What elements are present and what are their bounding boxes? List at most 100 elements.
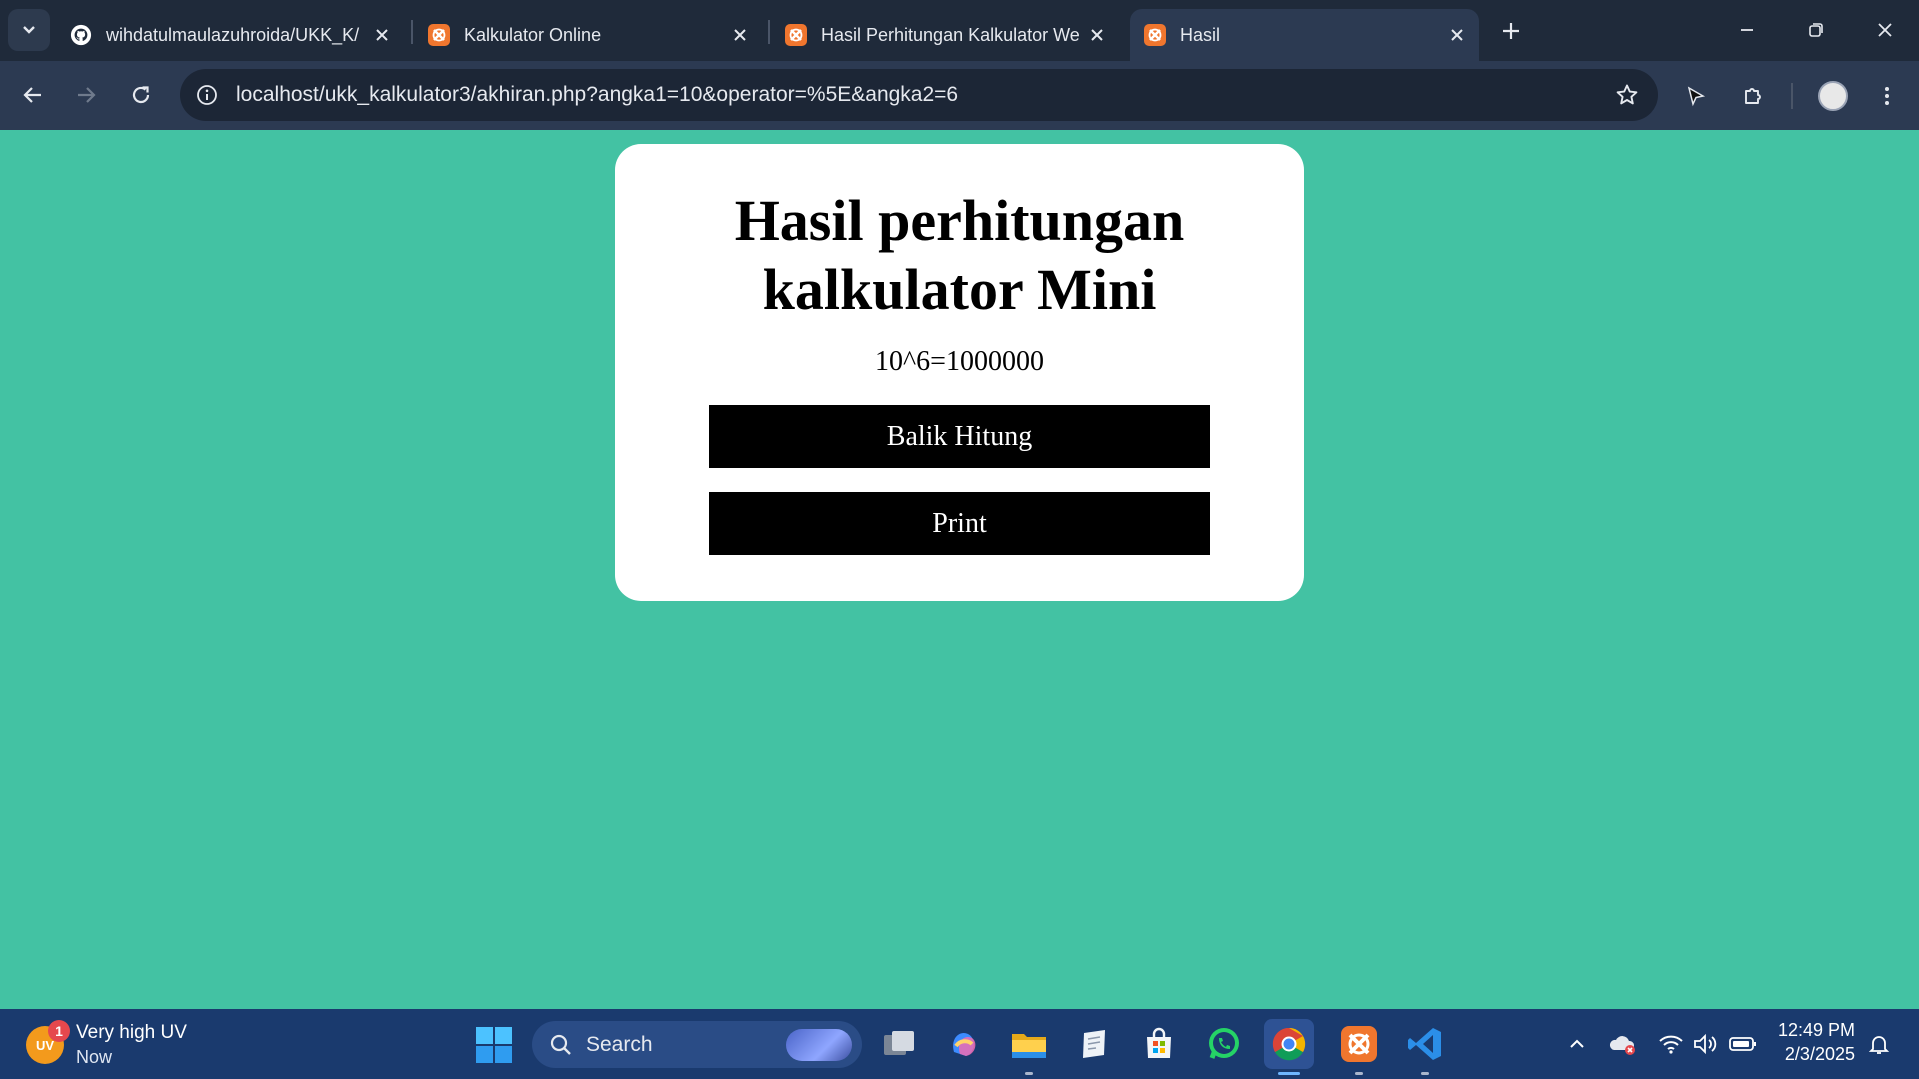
store-icon [1147,1027,1171,1058]
vscode-icon [1408,1028,1441,1060]
xampp-app[interactable] [1334,1019,1384,1075]
new-tab-button[interactable] [1494,14,1528,48]
arrow-right-icon [78,87,96,103]
chevron-up-icon [1570,1039,1584,1048]
puzzle-icon [1745,88,1761,104]
address-bar[interactable]: localhost/ukk_kalkulator3/akhiran.php?an… [180,69,1658,121]
windows-logo-icon [476,1027,512,1063]
notification-badge: 1 [48,1020,70,1042]
notification-center-button[interactable] [1864,1029,1894,1059]
tab-hasil[interactable]: Hasil [1130,9,1479,61]
close-window-button[interactable] [1855,8,1915,52]
profile-avatar[interactable] [1818,81,1848,111]
extensions-button[interactable] [1733,76,1773,116]
show-hidden-icons-button[interactable] [1562,1029,1592,1059]
restore-button[interactable] [1786,8,1846,52]
search-placeholder: Search [586,1032,653,1056]
tab-hasil-perhitungan[interactable]: Hasil Perhitungan Kalkulator We [771,9,1119,61]
reload-icon [132,86,150,104]
cursor-icon [1687,86,1706,107]
print-button[interactable]: Print [709,492,1210,555]
xampp-icon [785,24,807,46]
tab-separator [411,20,413,44]
plus-icon [1503,23,1519,39]
xampp-icon [1144,24,1166,46]
result-card: Hasil perhitungan kalkulator Mini 10^6=1… [615,144,1304,601]
taskbar: UV 1 Very high UV Now Search 12:49 PM 2/… [0,1009,1919,1079]
copilot-icon [953,1032,976,1056]
page-title-line2: kalkulator Mini [762,257,1157,322]
vscode-app[interactable] [1400,1019,1450,1075]
xampp-icon [428,24,450,46]
task-view-icon [884,1031,914,1055]
close-tab-icon[interactable] [368,21,396,49]
bell-icon [1868,1036,1890,1054]
task-view-button[interactable] [874,1019,924,1069]
media-control-button[interactable] [1676,76,1716,116]
tab-title: Hasil Perhitungan Kalkulator We [821,24,1080,45]
whatsapp-icon [1209,1028,1239,1059]
site-info-icon[interactable] [192,80,222,110]
uv-icon-text: UV [35,1037,55,1053]
chevron-down-icon [23,26,35,34]
browser-toolbar: localhost/ukk_kalkulator3/akhiran.php?an… [0,61,1919,130]
running-indicator [1278,1072,1300,1075]
system-clock[interactable]: 12:49 PM 2/3/2025 [1773,1018,1855,1066]
wifi-tray[interactable] [1656,1029,1686,1059]
toolbar-divider [1791,83,1793,109]
clock-time: 12:49 PM [1777,1020,1855,1040]
uv-sun-icon: UV 1 [26,1020,70,1064]
notepad-icon [1083,1030,1105,1058]
taskbar-search[interactable]: Search [532,1021,862,1068]
volume-tray[interactable] [1690,1029,1720,1059]
tab-title: Kalkulator Online [464,24,602,45]
weather-subtitle: Now [76,1047,113,1067]
browser-menu-button[interactable] [1867,76,1907,116]
balik-hitung-button[interactable]: Balik Hitung [709,405,1210,468]
github-icon [70,24,92,46]
file-explorer-app[interactable] [1004,1019,1054,1075]
close-tab-icon[interactable] [1443,21,1471,49]
close-tab-icon[interactable] [726,21,754,49]
tab-title: wihdatulmaulazuhroida/UKK_K/ [106,24,360,45]
tab-search-button[interactable] [8,9,50,51]
back-button[interactable] [13,75,53,115]
more-vertical-icon [1885,87,1889,105]
weather-title: Very high UV [76,1022,187,1043]
whatsapp-app[interactable] [1199,1019,1249,1069]
page-title: Hasil perhitungan kalkulator Mini [615,186,1304,324]
copilot-app[interactable] [939,1019,989,1069]
battery-tray[interactable] [1728,1029,1758,1059]
forward-button[interactable] [66,75,106,115]
reload-button[interactable] [121,75,161,115]
bookmark-star-icon[interactable] [1612,80,1642,110]
clock-date: 2/3/2025 [1784,1044,1855,1064]
search-highlight-image [786,1029,852,1061]
url-text[interactable]: localhost/ukk_kalkulator3/akhiran.php?an… [236,83,958,107]
chrome-app[interactable] [1264,1019,1314,1075]
weather-widget[interactable]: UV 1 Very high UV Now [26,1020,187,1069]
tab-separator [768,20,770,44]
arrow-left-icon [23,87,41,103]
tab-title: Hasil [1180,24,1221,45]
microsoft-store-app[interactable] [1134,1019,1184,1069]
running-indicator [1025,1072,1033,1075]
running-indicator [1421,1072,1429,1075]
search-icon [548,1032,574,1058]
running-indicator [1355,1072,1363,1075]
calculation-result: 10^6=1000000 [875,346,1044,377]
folder-icon [1012,1034,1046,1058]
tab-github[interactable]: wihdatulmaulazuhroida/UKK_K/ [56,9,404,61]
battery-icon [1729,1037,1756,1051]
notepad-app[interactable] [1069,1019,1119,1069]
close-tab-icon[interactable] [1083,21,1111,49]
minimize-button[interactable] [1717,8,1777,52]
chrome-icon [1272,1027,1306,1061]
tab-kalkulator-online[interactable]: Kalkulator Online [414,9,762,61]
browser-tab-strip: wihdatulmaulazuhroida/UKK_K/ Kalkulator … [0,0,1919,61]
cloud-error-icon [1609,1036,1635,1055]
speaker-icon [1694,1033,1717,1055]
start-button[interactable] [474,1025,514,1065]
xampp-icon [1341,1026,1377,1062]
onedrive-tray[interactable] [1608,1029,1638,1059]
